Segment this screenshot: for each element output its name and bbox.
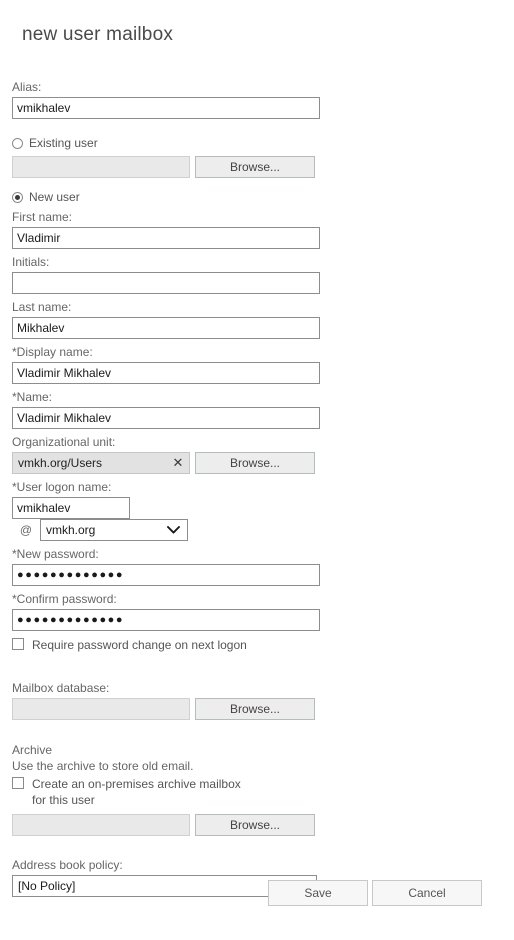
new-user-label: New user [29, 190, 80, 204]
confirm-password-input[interactable] [12, 609, 320, 631]
organizational-unit-value: vmkh.org/Users [18, 456, 103, 470]
name-label: *Name: [12, 390, 53, 404]
first-name-label: First name: [12, 210, 73, 224]
archive-database-row: Browse... [12, 814, 502, 836]
page-title: new user mailbox [22, 24, 174, 45]
logon-domain-value: vmkh.org [46, 523, 96, 537]
mailbox-database-field [12, 698, 190, 720]
organizational-unit-field[interactable]: vmkh.org/Users ✕ [12, 452, 190, 474]
organizational-unit-label: Organizational unit: [12, 435, 116, 449]
name-input[interactable] [12, 407, 320, 429]
display-name-label: *Display name: [12, 345, 93, 359]
last-name-label: Last name: [12, 300, 72, 314]
new-user-radio[interactable] [12, 191, 23, 203]
new-user-radio-row[interactable]: New user [12, 190, 502, 204]
logon-domain-select[interactable]: vmkh.org [40, 519, 188, 541]
archive-database-browse-button[interactable]: Browse... [195, 814, 315, 836]
create-archive-mailbox-checkbox[interactable] [12, 777, 24, 789]
new-password-label: *New password: [12, 547, 99, 561]
mailbox-database-label: Mailbox database: [12, 681, 110, 695]
archive-section-title: Archive [12, 743, 53, 757]
initials-label: Initials: [12, 255, 50, 269]
dialog-footer: Save Cancel [0, 880, 514, 910]
alias-input[interactable] [12, 97, 320, 119]
user-logon-name-input[interactable] [12, 497, 130, 519]
clear-icon[interactable]: ✕ [171, 453, 185, 473]
create-archive-mailbox-label: Create an on-premises archive mailbox fo… [32, 777, 241, 807]
create-archive-mailbox-row[interactable]: Create an on-premises archive mailbox fo… [12, 776, 502, 808]
address-book-policy-label: Address book policy: [12, 858, 123, 872]
require-password-change-label: Require password change on next logon [32, 638, 247, 652]
archive-database-field [12, 814, 190, 836]
chevron-down-icon [167, 520, 180, 540]
organizational-unit-browse-button[interactable]: Browse... [195, 452, 315, 474]
require-password-change-row[interactable]: Require password change on next logon [12, 637, 502, 653]
confirm-password-label: *Confirm password: [12, 592, 117, 606]
cancel-button[interactable]: Cancel [372, 880, 482, 906]
last-name-input[interactable] [12, 317, 320, 339]
first-name-input[interactable] [12, 227, 320, 249]
archive-description: Use the archive to store old email. [12, 759, 194, 773]
existing-user-label: Existing user [29, 136, 98, 150]
organizational-unit-row: vmkh.org/Users ✕ Browse... [12, 452, 502, 474]
existing-user-picker-row: Browse... [12, 156, 502, 178]
save-button[interactable]: Save [268, 880, 368, 906]
initials-input[interactable] [12, 272, 320, 294]
existing-user-browse-button[interactable]: Browse... [195, 156, 315, 178]
existing-user-radio-row[interactable]: Existing user [12, 136, 502, 150]
new-user-mailbox-dialog: new user mailbox Alias: Existing user Br… [0, 0, 514, 940]
new-user-mailbox-form: Alias: Existing user Browse... New user … [12, 80, 502, 897]
user-logon-name-row: @ vmkh.org [12, 497, 502, 541]
display-name-input[interactable] [12, 362, 320, 384]
alias-label: Alias: [12, 80, 42, 94]
require-password-change-checkbox[interactable] [12, 638, 24, 650]
user-logon-name-label: *User logon name: [12, 480, 112, 494]
existing-user-field [12, 156, 190, 178]
new-password-input[interactable] [12, 564, 320, 586]
at-symbol: @ [19, 523, 33, 537]
mailbox-database-browse-button[interactable]: Browse... [195, 698, 315, 720]
existing-user-radio[interactable] [12, 137, 23, 149]
mailbox-database-row: Browse... [12, 698, 502, 720]
